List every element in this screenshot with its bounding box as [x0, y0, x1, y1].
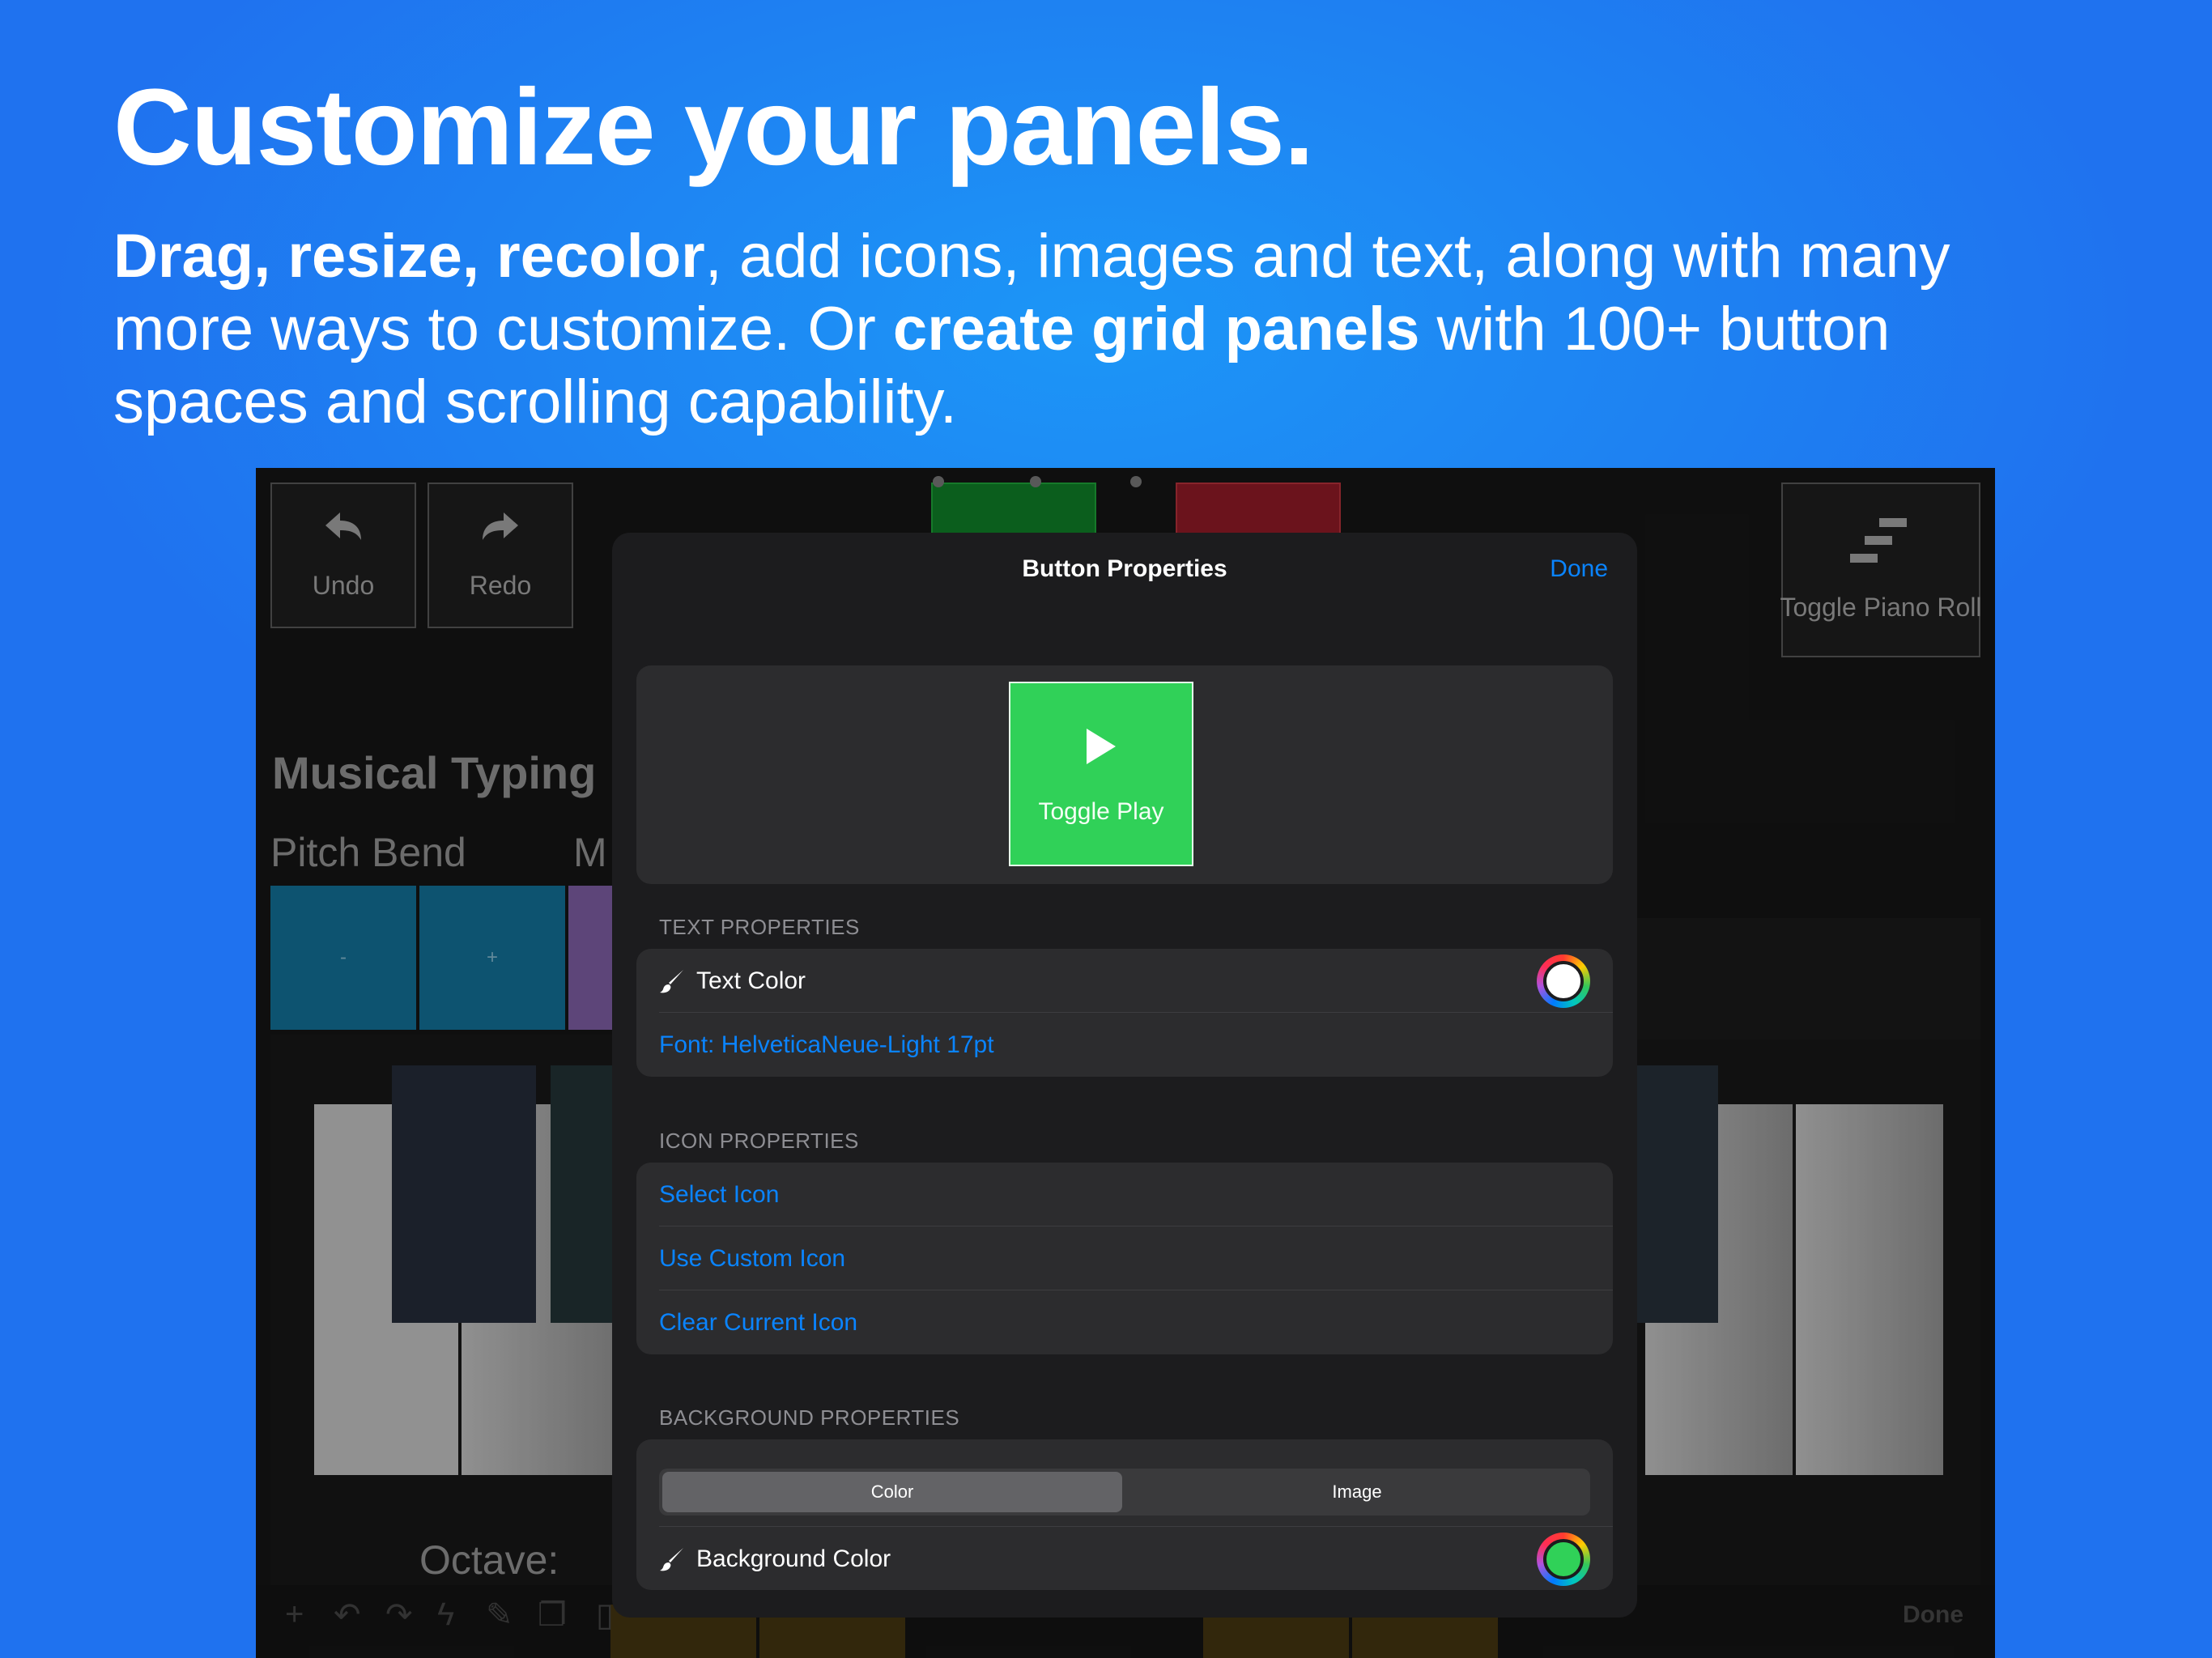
background-color-label: Background Color [696, 1545, 891, 1572]
paintbrush-icon [660, 1547, 683, 1571]
text-properties-group: Text Color Font: HelveticaNeue-Light 17p… [636, 949, 1613, 1077]
subheadline: Drag, resize, recolor, add icons, images… [113, 220, 2097, 439]
segment-color[interactable]: Color [662, 1472, 1122, 1512]
button-properties-modal: Button Properties Done Toggle Play TEXT … [612, 533, 1637, 1618]
background-properties-group: Color Image Background Color [636, 1439, 1613, 1590]
preview-toggle-play-button[interactable]: Toggle Play [1009, 682, 1193, 866]
select-icon-label: Select Icon [659, 1180, 780, 1208]
modal-done-button[interactable]: Done [1550, 555, 1608, 583]
icon-properties-header: ICON PROPERTIES [659, 1129, 859, 1153]
background-type-segmented-control: Color Image [659, 1469, 1590, 1516]
icon-properties-group: Select Icon Use Custom Icon Clear Curren… [636, 1163, 1613, 1354]
subheadline-bold-1: Drag, resize, recolor [113, 222, 705, 291]
text-color-swatch[interactable] [1537, 954, 1590, 1008]
subheadline-bold-2: create grid panels [892, 295, 1420, 363]
font-label: Font: HelveticaNeue-Light 17pt [659, 1031, 994, 1058]
text-color-label: Text Color [696, 967, 806, 994]
background-properties-header: BACKGROUND PROPERTIES [659, 1405, 960, 1430]
segment-image[interactable]: Image [1127, 1472, 1587, 1512]
clear-current-icon-label: Clear Current Icon [659, 1308, 858, 1336]
background-color-row[interactable]: Background Color [636, 1527, 1613, 1591]
clear-current-icon-row[interactable]: Clear Current Icon [636, 1290, 1613, 1354]
preview-button-label: Toggle Play [1038, 798, 1164, 825]
font-row[interactable]: Font: HelveticaNeue-Light 17pt [636, 1013, 1613, 1077]
text-properties-header: TEXT PROPERTIES [659, 915, 860, 939]
headline: Customize your panels. [113, 67, 1314, 188]
background-color-swatch[interactable] [1537, 1532, 1590, 1586]
paintbrush-icon [660, 969, 683, 993]
modal-title: Button Properties [1022, 555, 1227, 582]
text-color-row[interactable]: Text Color [636, 949, 1613, 1013]
select-icon-row[interactable]: Select Icon [636, 1163, 1613, 1226]
use-custom-icon-label: Use Custom Icon [659, 1244, 846, 1272]
play-icon [1087, 729, 1116, 764]
use-custom-icon-row[interactable]: Use Custom Icon [636, 1226, 1613, 1290]
